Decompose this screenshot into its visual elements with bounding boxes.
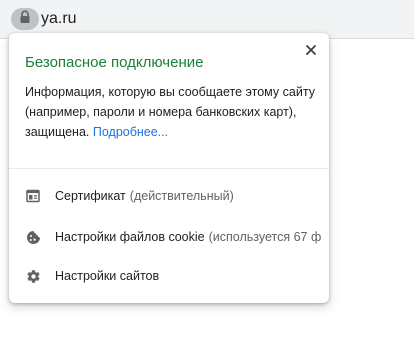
- site-settings-row[interactable]: Настройки сайтов: [9, 257, 329, 295]
- cookie-settings-label: Настройки файлов cookie: [55, 230, 205, 244]
- more-link[interactable]: Подробнее...: [93, 125, 168, 139]
- cookie-icon: [25, 229, 41, 245]
- page-info-popup: Безопасное подключение Информация, котор…: [9, 33, 329, 303]
- divider: [9, 168, 329, 169]
- cookie-usage-text: (используется 67 ф: [208, 230, 322, 244]
- certificate-status: (действительный): [129, 189, 234, 203]
- close-button[interactable]: [303, 43, 319, 59]
- connection-description: Информация, которую вы сообщаете этому с…: [25, 82, 321, 142]
- certificate-label: Сертификат: [55, 189, 126, 203]
- site-info-button[interactable]: [11, 8, 39, 30]
- description-text: Информация, которую вы сообщаете этому с…: [25, 85, 315, 139]
- site-settings-label: Настройки сайтов: [55, 269, 160, 283]
- cookie-settings-row[interactable]: Настройки файлов cookie (используется 67…: [9, 218, 329, 256]
- url-text[interactable]: ya.ru: [41, 9, 77, 29]
- gear-icon: [25, 268, 41, 284]
- lock-icon: [19, 9, 31, 29]
- certificate-row[interactable]: Сертификат (действительный): [9, 177, 329, 215]
- certificate-icon: [25, 188, 41, 204]
- close-icon: [306, 42, 316, 60]
- connection-title: Безопасное подключение: [25, 54, 204, 71]
- browser-window: ya.ru Безопасное подключение Информация,…: [0, 0, 414, 346]
